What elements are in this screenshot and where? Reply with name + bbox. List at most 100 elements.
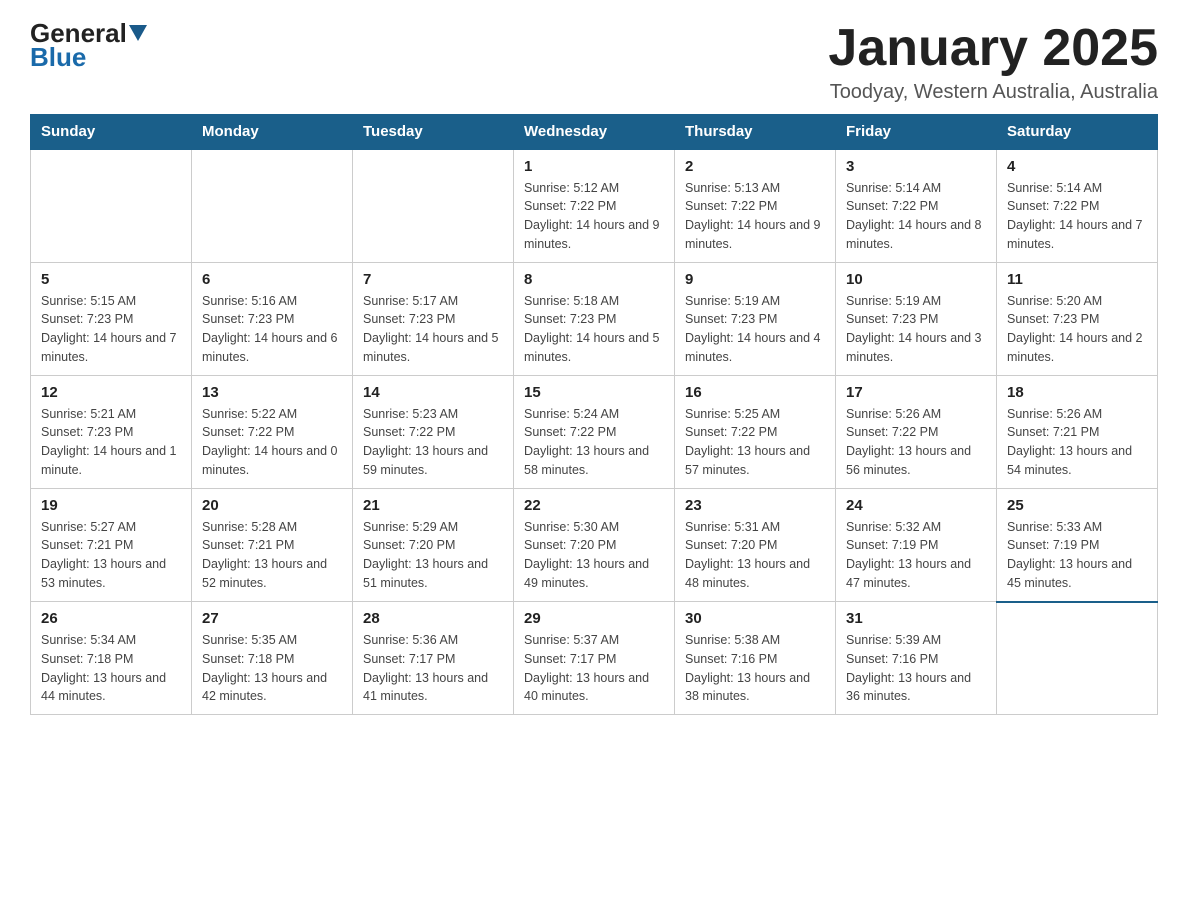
calendar-cell: 5 Sunrise: 5:15 AMSunset: 7:23 PMDaylight… <box>31 262 192 375</box>
day-info: Sunrise: 5:15 AMSunset: 7:23 PMDaylight:… <box>41 292 181 367</box>
calendar-cell <box>353 149 514 262</box>
day-number: 24 <box>846 497 986 514</box>
day-info: Sunrise: 5:23 AMSunset: 7:22 PMDaylight:… <box>363 405 503 480</box>
calendar-cell: 30 Sunrise: 5:38 AMSunset: 7:16 PMDayligh… <box>675 602 836 715</box>
day-number: 2 <box>685 158 825 175</box>
header-monday: Monday <box>192 115 353 150</box>
calendar-cell: 29 Sunrise: 5:37 AMSunset: 7:17 PMDayligh… <box>514 602 675 715</box>
day-number: 10 <box>846 271 986 288</box>
logo-blue-text: Blue <box>30 42 86 72</box>
header-row: Sunday Monday Tuesday Wednesday Thursday… <box>31 115 1158 150</box>
day-info: Sunrise: 5:12 AMSunset: 7:22 PMDaylight:… <box>524 179 664 254</box>
page-header: General Blue January 2025 Toodyay, Weste… <box>30 20 1158 104</box>
day-info: Sunrise: 5:31 AMSunset: 7:20 PMDaylight:… <box>685 518 825 593</box>
logo-arrow-icon <box>129 25 147 41</box>
calendar-week-5: 26 Sunrise: 5:34 AMSunset: 7:18 PMDayligh… <box>31 602 1158 715</box>
day-number: 13 <box>202 384 342 401</box>
calendar-cell: 14 Sunrise: 5:23 AMSunset: 7:22 PMDayligh… <box>353 375 514 488</box>
day-number: 11 <box>1007 271 1147 288</box>
day-info: Sunrise: 5:38 AMSunset: 7:16 PMDaylight:… <box>685 631 825 706</box>
day-info: Sunrise: 5:37 AMSunset: 7:17 PMDaylight:… <box>524 631 664 706</box>
calendar-cell: 12 Sunrise: 5:21 AMSunset: 7:23 PMDayligh… <box>31 375 192 488</box>
day-number: 14 <box>363 384 503 401</box>
calendar-cell: 3Sunrise: 5:14 AMSunset: 7:22 PMDaylight… <box>836 149 997 262</box>
day-number: 5 <box>41 271 181 288</box>
logo: General Blue <box>30 20 149 73</box>
day-info: Sunrise: 5:36 AMSunset: 7:17 PMDaylight:… <box>363 631 503 706</box>
day-info: Sunrise: 5:29 AMSunset: 7:20 PMDaylight:… <box>363 518 503 593</box>
day-info: Sunrise: 5:25 AMSunset: 7:22 PMDaylight:… <box>685 405 825 480</box>
day-number: 15 <box>524 384 664 401</box>
calendar-body: 1Sunrise: 5:12 AMSunset: 7:22 PMDaylight… <box>31 149 1158 715</box>
calendar-cell: 28 Sunrise: 5:36 AMSunset: 7:17 PMDayligh… <box>353 602 514 715</box>
day-info: Sunrise: 5:14 AMSunset: 7:22 PMDaylight:… <box>846 179 986 254</box>
calendar-cell: 17 Sunrise: 5:26 AMSunset: 7:22 PMDayligh… <box>836 375 997 488</box>
day-number: 30 <box>685 610 825 627</box>
calendar-cell: 26 Sunrise: 5:34 AMSunset: 7:18 PMDayligh… <box>31 602 192 715</box>
day-number: 31 <box>846 610 986 627</box>
header-wednesday: Wednesday <box>514 115 675 150</box>
day-info: Sunrise: 5:17 AMSunset: 7:23 PMDaylight:… <box>363 292 503 367</box>
day-info: Sunrise: 5:28 AMSunset: 7:21 PMDaylight:… <box>202 518 342 593</box>
day-number: 4 <box>1007 158 1147 175</box>
calendar-cell: 27 Sunrise: 5:35 AMSunset: 7:18 PMDayligh… <box>192 602 353 715</box>
calendar-cell: 10 Sunrise: 5:19 AMSunset: 7:23 PMDayligh… <box>836 262 997 375</box>
calendar-header: Sunday Monday Tuesday Wednesday Thursday… <box>31 115 1158 150</box>
day-number: 27 <box>202 610 342 627</box>
day-number: 18 <box>1007 384 1147 401</box>
day-info: Sunrise: 5:30 AMSunset: 7:20 PMDaylight:… <box>524 518 664 593</box>
day-number: 26 <box>41 610 181 627</box>
calendar-cell: 1Sunrise: 5:12 AMSunset: 7:22 PMDaylight… <box>514 149 675 262</box>
day-info: Sunrise: 5:20 AMSunset: 7:23 PMDaylight:… <box>1007 292 1147 367</box>
day-info: Sunrise: 5:16 AMSunset: 7:23 PMDaylight:… <box>202 292 342 367</box>
calendar-cell: 13 Sunrise: 5:22 AMSunset: 7:22 PMDayligh… <box>192 375 353 488</box>
calendar-week-1: 1Sunrise: 5:12 AMSunset: 7:22 PMDaylight… <box>31 149 1158 262</box>
calendar-cell: 6Sunrise: 5:16 AMSunset: 7:23 PMDaylight… <box>192 262 353 375</box>
day-info: Sunrise: 5:34 AMSunset: 7:18 PMDaylight:… <box>41 631 181 706</box>
day-info: Sunrise: 5:14 AMSunset: 7:22 PMDaylight:… <box>1007 179 1147 254</box>
calendar-week-2: 5 Sunrise: 5:15 AMSunset: 7:23 PMDaylight… <box>31 262 1158 375</box>
calendar-cell: 25Sunrise: 5:33 AMSunset: 7:19 PMDayligh… <box>997 488 1158 602</box>
day-info: Sunrise: 5:19 AMSunset: 7:23 PMDaylight:… <box>685 292 825 367</box>
day-number: 19 <box>41 497 181 514</box>
calendar-cell: 18 Sunrise: 5:26 AMSunset: 7:21 PMDayligh… <box>997 375 1158 488</box>
day-info: Sunrise: 5:26 AMSunset: 7:21 PMDaylight:… <box>1007 405 1147 480</box>
calendar-week-3: 12 Sunrise: 5:21 AMSunset: 7:23 PMDayligh… <box>31 375 1158 488</box>
day-info: Sunrise: 5:35 AMSunset: 7:18 PMDaylight:… <box>202 631 342 706</box>
calendar-cell: 7Sunrise: 5:17 AMSunset: 7:23 PMDaylight… <box>353 262 514 375</box>
calendar-cell: 15 Sunrise: 5:24 AMSunset: 7:22 PMDayligh… <box>514 375 675 488</box>
calendar-cell: 11 Sunrise: 5:20 AMSunset: 7:23 PMDayligh… <box>997 262 1158 375</box>
day-info: Sunrise: 5:27 AMSunset: 7:21 PMDaylight:… <box>41 518 181 593</box>
day-number: 17 <box>846 384 986 401</box>
calendar-table: Sunday Monday Tuesday Wednesday Thursday… <box>30 114 1158 715</box>
calendar-cell: 19 Sunrise: 5:27 AMSunset: 7:21 PMDayligh… <box>31 488 192 602</box>
day-number: 29 <box>524 610 664 627</box>
day-info: Sunrise: 5:21 AMSunset: 7:23 PMDaylight:… <box>41 405 181 480</box>
calendar-cell: 24 Sunrise: 5:32 AMSunset: 7:19 PMDayligh… <box>836 488 997 602</box>
day-info: Sunrise: 5:22 AMSunset: 7:22 PMDaylight:… <box>202 405 342 480</box>
calendar-cell: 23 Sunrise: 5:31 AMSunset: 7:20 PMDayligh… <box>675 488 836 602</box>
day-number: 8 <box>524 271 664 288</box>
day-number: 21 <box>363 497 503 514</box>
day-info: Sunrise: 5:33 AMSunset: 7:19 PMDaylight:… <box>1007 518 1147 593</box>
calendar-cell: 31Sunrise: 5:39 AMSunset: 7:16 PMDayligh… <box>836 602 997 715</box>
day-info: Sunrise: 5:24 AMSunset: 7:22 PMDaylight:… <box>524 405 664 480</box>
calendar-cell <box>192 149 353 262</box>
header-friday: Friday <box>836 115 997 150</box>
day-number: 20 <box>202 497 342 514</box>
day-number: 12 <box>41 384 181 401</box>
header-sunday: Sunday <box>31 115 192 150</box>
day-number: 28 <box>363 610 503 627</box>
day-info: Sunrise: 5:13 AMSunset: 7:22 PMDaylight:… <box>685 179 825 254</box>
title-area: January 2025 Toodyay, Western Australia,… <box>828 20 1158 104</box>
day-number: 23 <box>685 497 825 514</box>
header-tuesday: Tuesday <box>353 115 514 150</box>
day-info: Sunrise: 5:32 AMSunset: 7:19 PMDaylight:… <box>846 518 986 593</box>
day-info: Sunrise: 5:26 AMSunset: 7:22 PMDaylight:… <box>846 405 986 480</box>
calendar-subtitle: Toodyay, Western Australia, Australia <box>828 81 1158 104</box>
calendar-cell: 22Sunrise: 5:30 AMSunset: 7:20 PMDayligh… <box>514 488 675 602</box>
day-info: Sunrise: 5:19 AMSunset: 7:23 PMDaylight:… <box>846 292 986 367</box>
day-number: 9 <box>685 271 825 288</box>
calendar-cell: 2 Sunrise: 5:13 AMSunset: 7:22 PMDaylight… <box>675 149 836 262</box>
calendar-cell: 21 Sunrise: 5:29 AMSunset: 7:20 PMDayligh… <box>353 488 514 602</box>
